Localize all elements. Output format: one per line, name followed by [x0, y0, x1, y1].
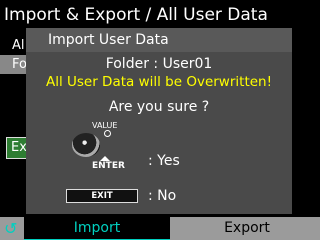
bottom-tab-bar: ↺ Import Export [0, 217, 320, 240]
no-option: : No [148, 188, 177, 204]
exit-button[interactable]: EXIT [66, 189, 138, 203]
overwrite-warning: All User Data will be Overwritten! [45, 74, 273, 90]
dialog-title: Import User Data [26, 28, 292, 52]
confirm-question: Are you sure ? [108, 99, 210, 115]
enter-label: ENTER [92, 161, 125, 171]
yes-option: : Yes [148, 153, 180, 169]
page-title: Import & Export / All User Data [4, 5, 268, 25]
knob-indicator-icon [104, 130, 111, 137]
value-knob-icon[interactable] [72, 133, 100, 157]
folder-text: Folder : User01 [105, 56, 213, 72]
row-label: Al [12, 38, 25, 53]
tab-export[interactable]: Export [174, 217, 320, 240]
confirm-dialog: Import User Data Folder : User01 All Use… [26, 28, 292, 214]
tab-import[interactable]: Import [24, 217, 170, 240]
back-icon[interactable]: ↺ [4, 217, 17, 240]
row-label: Fo [12, 57, 27, 72]
execute-button[interactable]: Ex [6, 137, 28, 159]
